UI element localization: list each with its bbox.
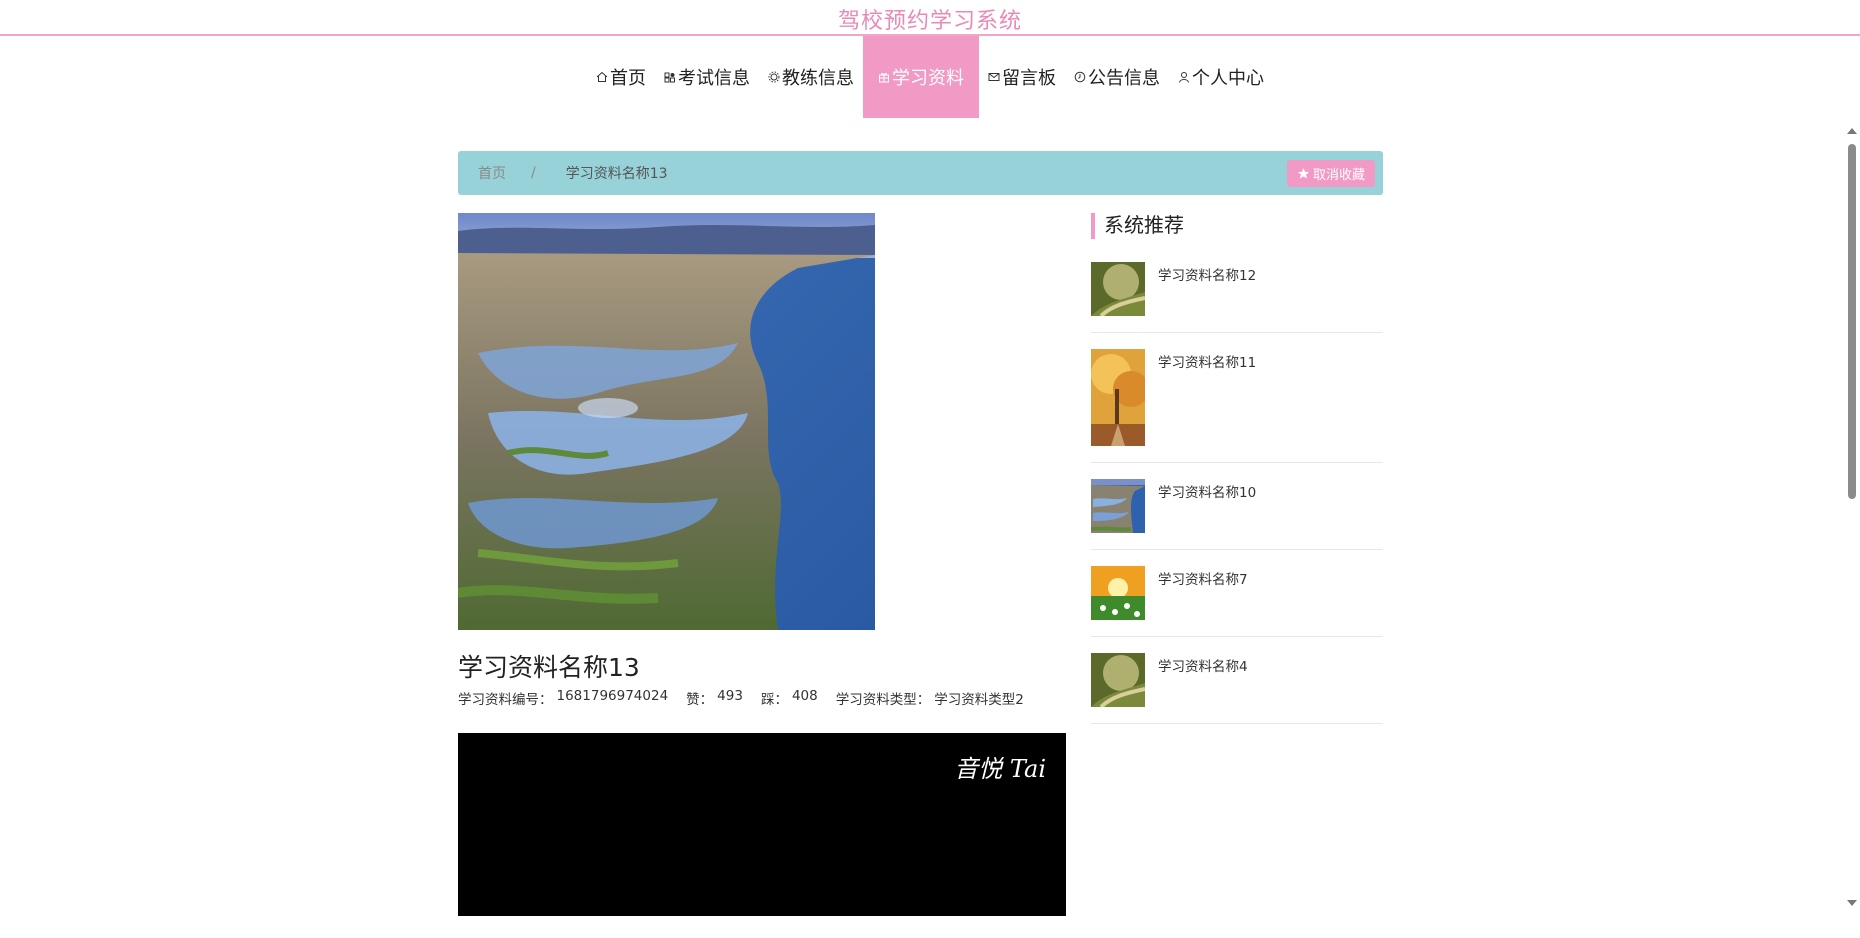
nav-label: 留言板	[1002, 68, 1056, 89]
nav-label: 个人中心	[1192, 68, 1264, 89]
nav-item-notice[interactable]: 公告信息	[1065, 36, 1169, 118]
breadcrumb-home[interactable]: 首页	[478, 163, 506, 183]
grid-icon	[664, 72, 675, 83]
recommend-item-name: 学习资料名称12	[1158, 268, 1257, 284]
recommend-thumbnail	[1091, 653, 1145, 707]
dislike-value: 408	[791, 688, 818, 704]
recommend-item[interactable]: 学习资料名称11	[1091, 349, 1383, 463]
recommend-item[interactable]: 学习资料名称12	[1091, 262, 1383, 333]
user-icon	[1179, 72, 1189, 83]
scroll-thumb[interactable]	[1848, 144, 1856, 499]
main-nav: 首页 考试信息 教练信息 学习资料 留言板 公告信息 个人中心	[0, 36, 1860, 118]
recommend-thumbnail	[1091, 262, 1145, 316]
nav-label: 学习资料	[892, 68, 964, 89]
like-value: 493	[717, 688, 743, 704]
material-meta: 学习资料编号： 1681796974024 赞： 493 踩： 408 学习资料…	[458, 688, 1028, 708]
home-icon	[596, 71, 608, 82]
nav-item-home[interactable]: 首页	[587, 36, 655, 118]
nav-label: 首页	[610, 68, 646, 89]
nav-item-message[interactable]: 留言板	[979, 36, 1065, 118]
video-watermark: 音悦 Tai	[954, 755, 1046, 783]
nav-label: 教练信息	[782, 68, 854, 89]
cancel-favorite-label: 取消收藏	[1312, 168, 1365, 183]
nav-item-exam[interactable]: 考试信息	[655, 36, 759, 118]
recommend-item-name: 学习资料名称11	[1158, 355, 1257, 371]
recommend-item-name: 学习资料名称4	[1158, 659, 1248, 675]
star-icon	[1297, 168, 1310, 179]
scroll-down-arrow[interactable]	[1847, 900, 1857, 906]
nav-label: 考试信息	[678, 68, 750, 89]
recommend-thumbnail	[1091, 566, 1145, 620]
code-label: 学习资料编号：	[458, 692, 553, 708]
site-title: 驾校预约学习系统	[837, 9, 1022, 34]
breadcrumb-separator: /	[531, 165, 536, 181]
recommend-item[interactable]: 学习资料名称10	[1091, 479, 1383, 550]
code-value: 1681796974024	[556, 688, 669, 704]
recommend-item[interactable]: 学习资料名称4	[1091, 653, 1383, 724]
nav-item-profile[interactable]: 个人中心	[1169, 36, 1273, 118]
recommend-item[interactable]: 学习资料名称7	[1091, 566, 1383, 637]
settings-icon	[768, 71, 780, 83]
material-title: 学习资料名称13	[458, 653, 640, 682]
nav-label: 公告信息	[1088, 68, 1160, 89]
recommend-title: 系统推荐	[1091, 213, 1383, 239]
type-label: 学习资料类型：	[835, 692, 931, 708]
recommend-item-name: 学习资料名称10	[1158, 485, 1257, 501]
cancel-favorite-button[interactable]: 取消收藏	[1286, 160, 1375, 187]
material-cover-image	[458, 213, 875, 630]
nav-item-materials[interactable]: 学习资料	[863, 36, 979, 118]
nav-item-coach[interactable]: 教练信息	[759, 36, 863, 118]
clock-icon	[1074, 71, 1086, 83]
breadcrumb-current: 学习资料名称13	[565, 166, 668, 182]
recommend-thumbnail	[1091, 349, 1145, 446]
recommend-list: 学习资料名称12 学习资料名称11 学习资料名称10 学习资料名称7 学习资料名…	[1091, 262, 1383, 740]
like-label: 赞：	[686, 692, 714, 708]
type-value: 学习资料类型2	[934, 692, 1024, 708]
breadcrumb: 首页 / 学习资料名称13 取消收藏	[458, 151, 1383, 195]
video-player[interactable]: 音悦 Tai	[458, 733, 1066, 916]
recommend-thumbnail	[1091, 479, 1145, 533]
mail-icon	[988, 73, 1000, 81]
gift-icon	[879, 72, 889, 83]
scroll-up-arrow[interactable]	[1847, 128, 1857, 134]
recommend-item-name: 学习资料名称7	[1158, 572, 1248, 588]
dislike-label: 踩：	[760, 692, 788, 708]
site-header: 驾校预约学习系统	[0, 0, 1860, 36]
page-scrollbar[interactable]	[1843, 122, 1860, 912]
